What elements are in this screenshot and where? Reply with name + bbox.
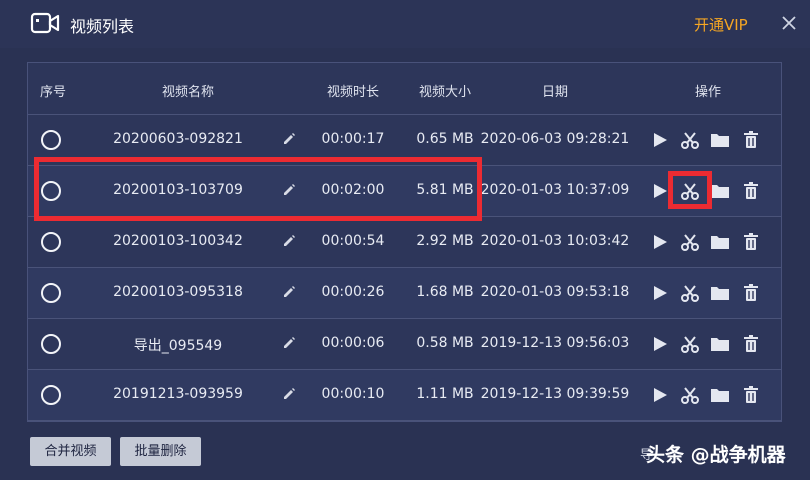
header-date: 日期 — [541, 85, 568, 100]
video-name: 20200603-092821 — [113, 131, 243, 147]
row-select-radio[interactable] — [41, 283, 61, 303]
play-icon[interactable] — [650, 283, 670, 303]
table-row[interactable]: 20200103-095318 00:00:26 1.68 MB 2020-01-03… — [28, 268, 781, 319]
play-icon[interactable] — [650, 385, 670, 405]
trash-icon[interactable] — [741, 385, 761, 405]
video-duration: 00:00:10 — [321, 386, 385, 402]
play-icon[interactable] — [650, 232, 670, 252]
watermark: 头条 @战争机器 — [646, 444, 786, 466]
header-size: 视频大小 — [418, 85, 471, 100]
folder-icon[interactable] — [710, 130, 730, 150]
video-name: 20200103-095318 — [113, 284, 243, 300]
table-row[interactable]: 20191213-093959 00:00:10 1.11 MB 2019-12-13… — [28, 370, 781, 421]
batch-delete-button[interactable]: 批量删除 — [120, 437, 201, 466]
table-row[interactable]: 导出_095549 00:00:06 0.58 MB 2019-12-13 09:56… — [28, 319, 781, 370]
video-size: 1.11 MB — [416, 386, 474, 402]
trash-icon[interactable] — [741, 334, 761, 354]
highlight-cut-annotation — [668, 171, 712, 209]
title-bar: 视频列表 开通VIP — [0, 0, 810, 48]
video-date: 2020-01-03 10:03:42 — [480, 233, 630, 249]
trash-icon[interactable] — [741, 232, 761, 252]
scissors-icon[interactable] — [680, 130, 700, 150]
video-duration: 00:00:54 — [321, 233, 385, 249]
close-icon[interactable] — [778, 12, 800, 34]
video-size: 0.58 MB — [416, 335, 474, 351]
video-name: 20200103-100342 — [113, 233, 243, 249]
pencil-icon[interactable] — [281, 386, 297, 402]
trash-icon[interactable] — [741, 181, 761, 201]
scissors-icon[interactable] — [680, 334, 700, 354]
scissors-icon[interactable] — [680, 283, 700, 303]
table-row[interactable]: 20200103-100342 00:00:54 2.92 MB 2020-01-03… — [28, 217, 781, 268]
header-index: 序号 — [39, 85, 66, 100]
pencil-icon[interactable] — [281, 233, 297, 249]
video-camera-icon — [30, 12, 60, 34]
video-duration: 00:00:06 — [321, 335, 385, 351]
pencil-icon[interactable] — [281, 131, 297, 147]
video-size: 2.92 MB — [416, 233, 474, 249]
vip-link[interactable]: 开通VIP — [694, 14, 748, 35]
row-select-radio[interactable] — [41, 232, 61, 252]
merge-videos-button[interactable]: 合并视频 — [30, 437, 111, 466]
video-date: 2020-01-03 10:37:09 — [480, 182, 630, 198]
folder-icon[interactable] — [710, 232, 730, 252]
video-size: 1.68 MB — [416, 284, 474, 300]
play-icon[interactable] — [650, 334, 670, 354]
trash-icon[interactable] — [741, 283, 761, 303]
folder-icon[interactable] — [710, 283, 730, 303]
pencil-icon[interactable] — [281, 284, 297, 300]
window-title: 视频列表 — [70, 17, 135, 36]
video-duration: 00:00:26 — [321, 284, 385, 300]
scissors-icon[interactable] — [680, 232, 700, 252]
header-duration: 视频时长 — [326, 85, 379, 100]
play-icon[interactable] — [650, 181, 670, 201]
video-date: 2019-12-13 09:39:59 — [480, 386, 630, 402]
video-date: 2019-12-13 09:56:03 — [480, 335, 630, 351]
video-date: 2020-06-03 09:28:21 — [480, 131, 630, 147]
row-select-radio[interactable] — [41, 334, 61, 354]
video-date: 2020-01-03 09:53:18 — [480, 284, 630, 300]
video-duration: 00:00:17 — [321, 131, 385, 147]
video-size: 0.65 MB — [416, 131, 474, 147]
row-select-radio[interactable] — [41, 385, 61, 405]
play-icon[interactable] — [650, 130, 670, 150]
video-name: 导出_095549 — [133, 338, 223, 354]
row-select-radio[interactable] — [41, 130, 61, 150]
folder-icon[interactable] — [710, 334, 730, 354]
header-actions: 操作 — [694, 85, 721, 100]
highlight-annotation — [34, 157, 482, 221]
header-name: 视频名称 — [161, 85, 214, 100]
folder-icon[interactable] — [710, 385, 730, 405]
trash-icon[interactable] — [741, 130, 761, 150]
table-header: 序号 视频名称 视频时长 视频大小 日期 操作 — [28, 63, 781, 115]
video-name: 20191213-093959 — [113, 386, 243, 402]
pencil-icon[interactable] — [281, 335, 297, 351]
folder-icon[interactable] — [710, 181, 730, 201]
scissors-icon[interactable] — [680, 385, 700, 405]
video-table: 序号 视频名称 视频时长 视频大小 日期 操作 20200603-092821 0… — [27, 62, 782, 422]
